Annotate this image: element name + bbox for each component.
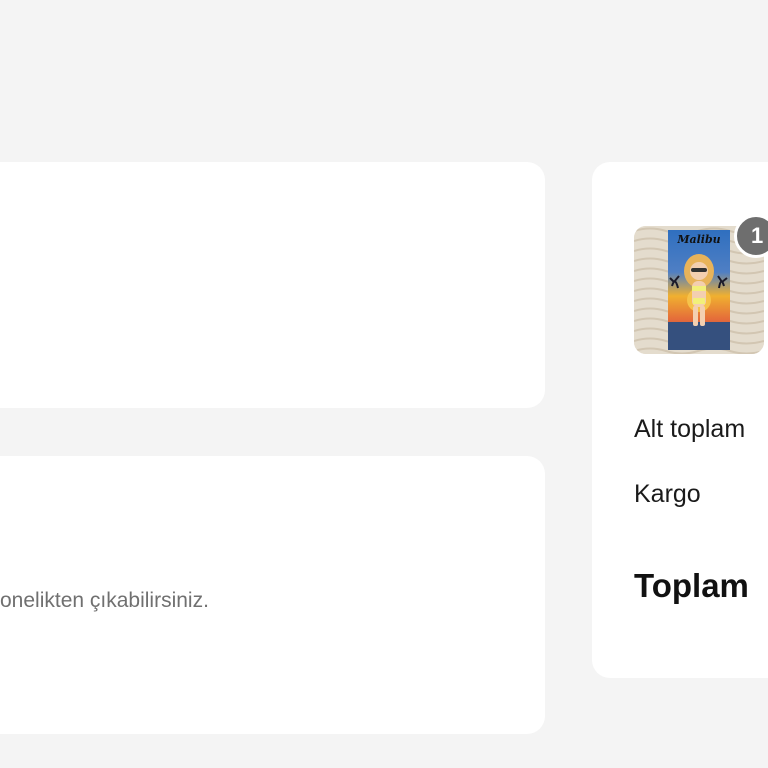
subscription-note: onelikten çıkabilirsiniz. xyxy=(0,589,209,612)
subtotal-label: Alt toplam xyxy=(634,415,746,443)
checkout-section-card xyxy=(0,162,545,408)
checkout-page: onelikten çıkabilirsiniz. Malibu 1 Alt t… xyxy=(0,0,768,768)
shipping-label: Kargo xyxy=(634,480,701,508)
svg-text:Malibu: Malibu xyxy=(676,233,720,246)
total-label: Toplam xyxy=(634,567,749,604)
order-summary-card: Malibu 1 Alt toplam Kargo Toplam xyxy=(592,162,768,678)
subscription-info-card: onelikten çıkabilirsiniz. xyxy=(0,456,545,734)
